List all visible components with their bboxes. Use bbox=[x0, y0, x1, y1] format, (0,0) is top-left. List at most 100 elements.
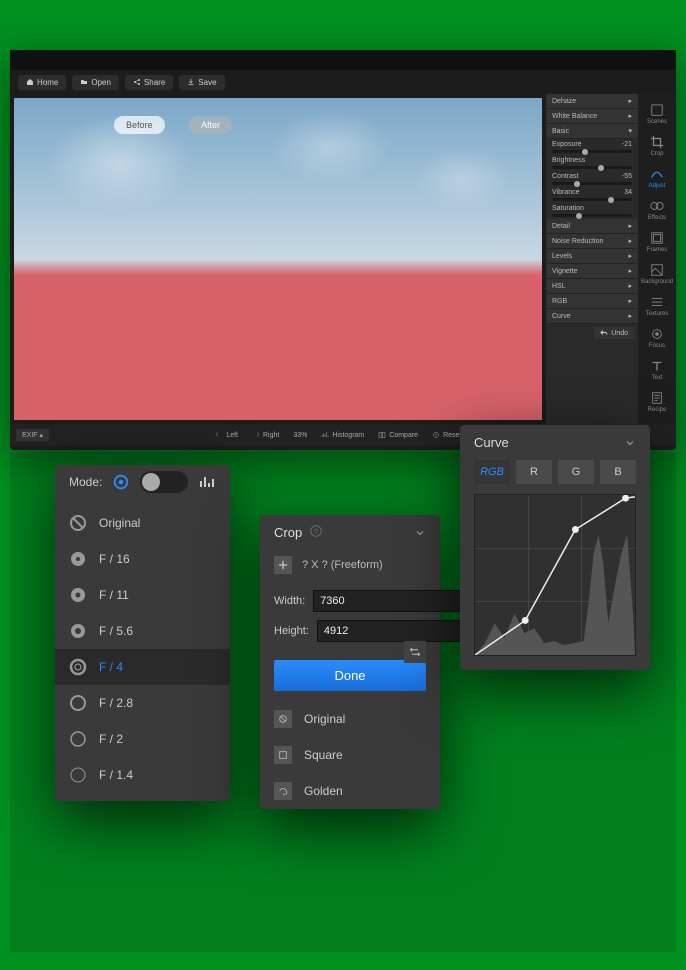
crop-icon bbox=[650, 135, 664, 149]
contrast-slider[interactable] bbox=[552, 182, 632, 185]
undo-button[interactable]: Undo bbox=[594, 327, 634, 339]
curve-channel-tabs: RGBRGB bbox=[460, 460, 650, 494]
section-hsl[interactable]: HSL▸ bbox=[546, 279, 638, 294]
open-label: Open bbox=[91, 78, 111, 87]
rail-text[interactable]: Text bbox=[641, 356, 673, 384]
textures-icon bbox=[650, 295, 664, 309]
curve-control-point[interactable] bbox=[572, 526, 579, 533]
histogram-icon bbox=[321, 431, 329, 439]
bars-icon[interactable] bbox=[198, 474, 214, 490]
exposure-label: Exposure bbox=[552, 141, 582, 148]
home-button[interactable]: Home bbox=[18, 75, 66, 90]
brightness-label: Brightness bbox=[552, 157, 585, 164]
section-curve[interactable]: Curve▸ bbox=[546, 309, 638, 324]
text-icon bbox=[650, 359, 664, 373]
home-icon bbox=[26, 78, 34, 86]
curve-control-point[interactable] bbox=[622, 495, 629, 502]
curve-control-point[interactable] bbox=[522, 617, 529, 624]
help-icon[interactable]: ? bbox=[310, 525, 322, 537]
section-detail[interactable]: Detail▸ bbox=[546, 219, 638, 234]
section-dehaze[interactable]: Dehaze▸ bbox=[546, 94, 638, 109]
crop-panel-header: Crop ? bbox=[260, 515, 440, 550]
rotate-left-button[interactable]: Left bbox=[215, 431, 238, 439]
aperture-item[interactable]: F / 4 bbox=[55, 649, 230, 685]
rail-focus[interactable]: Focus bbox=[641, 324, 673, 352]
mode-toggle[interactable] bbox=[140, 471, 188, 493]
aperture-icon bbox=[69, 694, 87, 712]
levels-label: Levels bbox=[552, 253, 572, 260]
section-noise[interactable]: Noise Reduction▸ bbox=[546, 234, 638, 249]
curve-tab-r[interactable]: R bbox=[516, 460, 552, 484]
swap-icon bbox=[409, 646, 421, 658]
compare-button[interactable]: Compare bbox=[378, 431, 418, 439]
curve-line[interactable] bbox=[475, 495, 635, 655]
brightness-slider[interactable] bbox=[552, 166, 632, 169]
aperture-icon bbox=[69, 514, 87, 532]
compare-icon bbox=[378, 431, 386, 439]
section-levels[interactable]: Levels▸ bbox=[546, 249, 638, 264]
exif-button[interactable]: EXIF ▴ bbox=[16, 429, 49, 441]
rail-background[interactable]: Background bbox=[641, 260, 673, 288]
aperture-label: F / 16 bbox=[99, 552, 130, 566]
frames-icon bbox=[650, 231, 664, 245]
aperture-icon bbox=[69, 586, 87, 604]
height-input[interactable] bbox=[317, 620, 473, 642]
open-button[interactable]: Open bbox=[72, 75, 119, 90]
rail-recipe[interactable]: Recipe bbox=[641, 388, 673, 416]
curve-tab-b[interactable]: B bbox=[600, 460, 636, 484]
photo-canvas[interactable]: Before After bbox=[14, 98, 542, 420]
rail-crop[interactable]: Crop bbox=[641, 132, 673, 160]
share-button[interactable]: Share bbox=[125, 75, 173, 90]
exposure-slider[interactable] bbox=[552, 150, 632, 153]
aperture-item[interactable]: F / 11 bbox=[55, 577, 230, 613]
vibrance-row: Vibrance34 bbox=[546, 187, 638, 203]
crop-preset-item[interactable]: Original bbox=[260, 701, 440, 737]
reset-icon bbox=[432, 431, 440, 439]
brightness-row: Brightness bbox=[546, 155, 638, 171]
aperture-item[interactable]: F / 2 bbox=[55, 721, 230, 757]
done-button[interactable]: Done bbox=[274, 660, 426, 691]
preset-label: Original bbox=[304, 712, 345, 726]
app-window: Home Open Share Save Before After Dehaze… bbox=[10, 50, 676, 450]
main-area: Before After Dehaze▸ White Balance▸ Basi… bbox=[10, 94, 676, 424]
aperture-label: F / 2 bbox=[99, 732, 123, 746]
section-basic[interactable]: Basic▾ bbox=[546, 124, 638, 139]
detail-label: Detail bbox=[552, 223, 570, 230]
target-icon[interactable] bbox=[112, 473, 130, 491]
rail-effects[interactable]: Effects bbox=[641, 196, 673, 224]
section-vignette[interactable]: Vignette▸ bbox=[546, 264, 638, 279]
curve-graph[interactable] bbox=[474, 494, 636, 656]
aperture-item[interactable]: F / 16 bbox=[55, 541, 230, 577]
rail-adjust[interactable]: Adjust bbox=[641, 164, 673, 192]
save-label: Save bbox=[198, 78, 216, 87]
aperture-item[interactable]: Original bbox=[55, 505, 230, 541]
chevron-down-icon[interactable] bbox=[414, 527, 426, 539]
exposure-value: -21 bbox=[622, 141, 632, 148]
crop-title: Crop bbox=[274, 525, 302, 540]
crop-preset-item[interactable]: Golden bbox=[260, 773, 440, 809]
curve-tab-g[interactable]: G bbox=[558, 460, 594, 484]
titlebar bbox=[10, 50, 676, 70]
rail-frames[interactable]: Frames bbox=[641, 228, 673, 256]
freeform-row[interactable]: ? X ? (Freeform) bbox=[260, 550, 440, 586]
curve-tab-rgb[interactable]: RGB bbox=[474, 460, 510, 484]
rail-scenes[interactable]: Scenes bbox=[641, 100, 673, 128]
width-input[interactable] bbox=[313, 590, 469, 612]
aperture-item[interactable]: F / 5.6 bbox=[55, 613, 230, 649]
aperture-item[interactable]: F / 1.4 bbox=[55, 757, 230, 793]
aperture-item[interactable]: F / 2.8 bbox=[55, 685, 230, 721]
zoom-display[interactable]: 33% bbox=[293, 432, 307, 439]
height-label: Height: bbox=[274, 625, 309, 637]
vibrance-slider[interactable] bbox=[552, 198, 632, 201]
rotate-right-button[interactable]: Right bbox=[252, 431, 279, 439]
swap-dimensions-button[interactable] bbox=[404, 641, 426, 663]
rail-textures[interactable]: Textures bbox=[641, 292, 673, 320]
section-white-balance[interactable]: White Balance▸ bbox=[546, 109, 638, 124]
saturation-slider[interactable] bbox=[552, 214, 632, 217]
save-button[interactable]: Save bbox=[179, 75, 224, 90]
crop-preset-item[interactable]: Square bbox=[260, 737, 440, 773]
chevron-down-icon[interactable] bbox=[624, 437, 636, 449]
histogram-button[interactable]: Histogram bbox=[321, 431, 364, 439]
width-row: Width: bbox=[260, 586, 440, 616]
section-rgb[interactable]: RGB▸ bbox=[546, 294, 638, 309]
